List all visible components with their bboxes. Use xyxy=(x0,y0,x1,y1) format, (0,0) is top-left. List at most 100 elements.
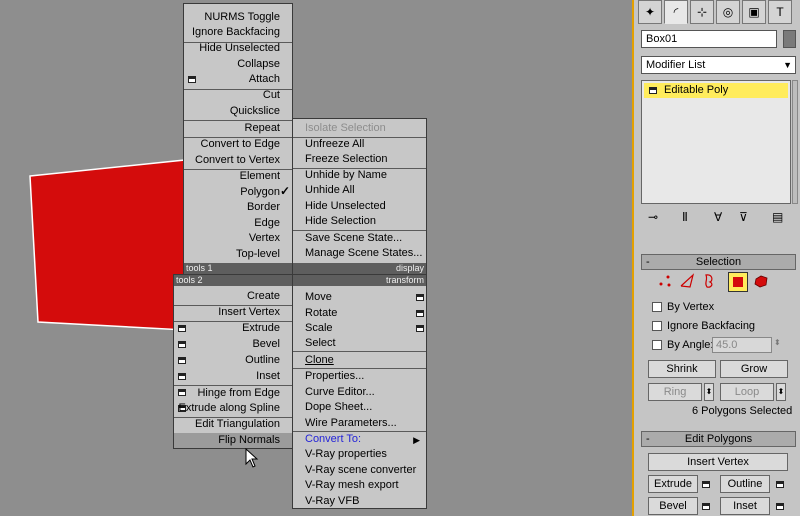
insert-vertex-button[interactable]: Insert Vertex xyxy=(648,453,788,471)
menu-item-convert-to-vertex[interactable]: Convert to Vertex xyxy=(195,153,280,168)
ring-button[interactable]: Ring xyxy=(648,383,702,401)
pin-stack-icon[interactable]: ⊸ xyxy=(648,210,658,224)
hierarchy-tab-icon[interactable]: ⊹ xyxy=(690,0,714,24)
menu-item-curve-editor[interactable]: Curve Editor... xyxy=(305,385,375,400)
menu-item-edge[interactable]: Edge xyxy=(254,216,280,231)
menu-item-move[interactable]: Move xyxy=(305,290,332,305)
remove-modifier-icon[interactable]: ⊽ xyxy=(739,210,748,224)
settings-box-icon[interactable] xyxy=(178,373,186,380)
menu-item-unhide-all[interactable]: Unhide All xyxy=(305,183,355,198)
loop-spinner-icon[interactable]: ⬍ xyxy=(776,383,786,401)
box-front-face[interactable] xyxy=(29,159,186,331)
menu-item-inset[interactable]: Inset xyxy=(256,369,280,384)
selection-rollout-header[interactable]: - Selection xyxy=(641,254,796,270)
menu-item-properties[interactable]: Properties... xyxy=(305,369,364,384)
menu-item-save-scene-state[interactable]: Save Scene State... xyxy=(305,231,402,246)
display-tab-icon[interactable]: ▣ xyxy=(742,0,766,24)
menu-item-hide-unselected[interactable]: Hide Unselected xyxy=(305,199,386,214)
menu-item-vray-scene-converter[interactable]: V-Ray scene converter xyxy=(305,463,416,478)
settings-box-icon[interactable] xyxy=(416,294,424,301)
grow-button[interactable]: Grow xyxy=(720,360,788,378)
bevel-button[interactable]: Bevel xyxy=(648,497,698,515)
border-mode-icon[interactable] xyxy=(700,272,718,290)
shrink-button[interactable]: Shrink xyxy=(648,360,716,378)
modifier-list-dropdown[interactable]: Modifier List ▼ xyxy=(641,56,796,74)
menu-item-freeze-selection[interactable]: Freeze Selection xyxy=(305,152,388,167)
menu-item-polygon[interactable]: Polygon xyxy=(240,185,280,200)
menu-item-unfreeze-all[interactable]: Unfreeze All xyxy=(305,137,364,152)
ring-spinner-icon[interactable]: ⬍ xyxy=(704,383,714,401)
loop-button[interactable]: Loop xyxy=(720,383,774,401)
menu-item-flip-normals[interactable]: Flip Normals xyxy=(174,433,292,448)
modifier-stack-item[interactable]: Editable Poly xyxy=(644,83,788,98)
menu-item-wire-parameters[interactable]: Wire Parameters... xyxy=(305,416,397,431)
menu-item-rotate[interactable]: Rotate xyxy=(305,306,337,321)
object-name-field[interactable]: Box01 xyxy=(641,30,777,48)
modify-tab-icon[interactable]: ◜ xyxy=(664,0,688,24)
by-angle-checkbox[interactable] xyxy=(652,340,662,350)
ignore-backfacing-checkbox[interactable] xyxy=(652,321,662,331)
element-mode-icon[interactable] xyxy=(752,272,770,290)
settings-box-icon[interactable] xyxy=(178,357,186,364)
configure-sets-icon[interactable]: ▤ xyxy=(772,210,783,224)
menu-item-hide-selection[interactable]: Hide Selection xyxy=(305,214,376,229)
edit-polygons-rollout-header[interactable]: - Edit Polygons xyxy=(641,431,796,447)
menu-item-dope-sheet[interactable]: Dope Sheet... xyxy=(305,400,372,415)
menu-item-convert-to[interactable]: Convert To: xyxy=(305,432,361,447)
settings-box-icon[interactable] xyxy=(178,389,186,396)
extrude-settings-icon[interactable] xyxy=(702,481,710,488)
motion-tab-icon[interactable]: ◎ xyxy=(716,0,740,24)
outline-settings-icon[interactable] xyxy=(776,481,784,488)
menu-item-clone[interactable]: Clone xyxy=(305,353,334,368)
outline-button[interactable]: Outline xyxy=(720,475,770,493)
inset-settings-icon[interactable] xyxy=(776,503,784,510)
menu-item-hide-unselected[interactable]: Hide Unselected xyxy=(199,41,280,56)
menu-item-extrude[interactable]: Extrude xyxy=(242,321,280,336)
menu-item-quickslice[interactable]: Quickslice xyxy=(230,104,280,119)
menu-item-border[interactable]: Border xyxy=(247,200,280,215)
angle-spinner[interactable]: 45.0 xyxy=(712,337,772,353)
settings-box-icon[interactable] xyxy=(416,325,424,332)
menu-item-vray-properties[interactable]: V-Ray properties xyxy=(305,447,387,462)
extrude-button[interactable]: Extrude xyxy=(648,475,698,493)
menu-item-outline[interactable]: Outline xyxy=(245,353,280,368)
expand-box-icon[interactable] xyxy=(649,87,657,94)
vertex-mode-icon[interactable] xyxy=(656,272,674,290)
settings-box-icon[interactable] xyxy=(188,76,196,83)
menu-item-cut[interactable]: Cut xyxy=(263,88,280,103)
modifier-stack[interactable]: Editable Poly xyxy=(641,80,791,204)
menu-item-collapse[interactable]: Collapse xyxy=(237,57,280,72)
menu-item-element[interactable]: Element xyxy=(240,169,280,184)
make-unique-icon[interactable]: ∀ xyxy=(714,210,722,224)
menu-item-bevel[interactable]: Bevel xyxy=(252,337,280,352)
object-color-swatch[interactable] xyxy=(783,30,796,48)
menu-item-isolate-selection[interactable]: Isolate Selection xyxy=(305,121,386,136)
menu-item-vray-vfb[interactable]: V-Ray VFB xyxy=(305,494,359,509)
menu-item-insert-vertex[interactable]: Insert Vertex xyxy=(218,305,280,320)
show-end-result-icon[interactable]: Ⅱ xyxy=(682,210,688,224)
menu-item-nurms-toggle[interactable]: NURMS Toggle xyxy=(204,10,280,25)
settings-box-icon[interactable] xyxy=(416,310,424,317)
menu-item-unhide-by-name[interactable]: Unhide by Name xyxy=(305,168,387,183)
menu-item-select[interactable]: Select xyxy=(305,336,336,351)
spinner-arrows-icon[interactable]: ⬍ xyxy=(774,338,781,347)
menu-item-edit-triangulation[interactable]: Edit Triangulation xyxy=(195,417,280,432)
menu-item-create[interactable]: Create xyxy=(247,289,280,304)
menu-item-attach[interactable]: Attach xyxy=(249,72,280,87)
polygon-mode-icon[interactable] xyxy=(728,272,748,292)
by-vertex-checkbox[interactable] xyxy=(652,302,662,312)
edge-mode-icon[interactable] xyxy=(678,272,696,290)
menu-item-repeat[interactable]: Repeat xyxy=(245,121,280,136)
create-tab-icon[interactable]: ✦ xyxy=(638,0,662,24)
menu-item-extrude-along-spline[interactable]: Extrude along Spline xyxy=(178,401,280,416)
menu-item-hinge-from-edge[interactable]: Hinge from Edge xyxy=(197,386,280,401)
inset-button[interactable]: Inset xyxy=(720,497,770,515)
menu-item-vray-mesh-export[interactable]: V-Ray mesh export xyxy=(305,478,399,493)
bevel-settings-icon[interactable] xyxy=(702,503,710,510)
menu-item-convert-to-edge[interactable]: Convert to Edge xyxy=(201,137,281,152)
menu-item-top-level[interactable]: Top-level xyxy=(236,247,280,262)
stack-scrollbar[interactable] xyxy=(792,80,798,204)
menu-item-vertex[interactable]: Vertex xyxy=(249,231,280,246)
utilities-tab-icon[interactable]: T xyxy=(768,0,792,24)
menu-item-scale[interactable]: Scale xyxy=(305,321,333,336)
